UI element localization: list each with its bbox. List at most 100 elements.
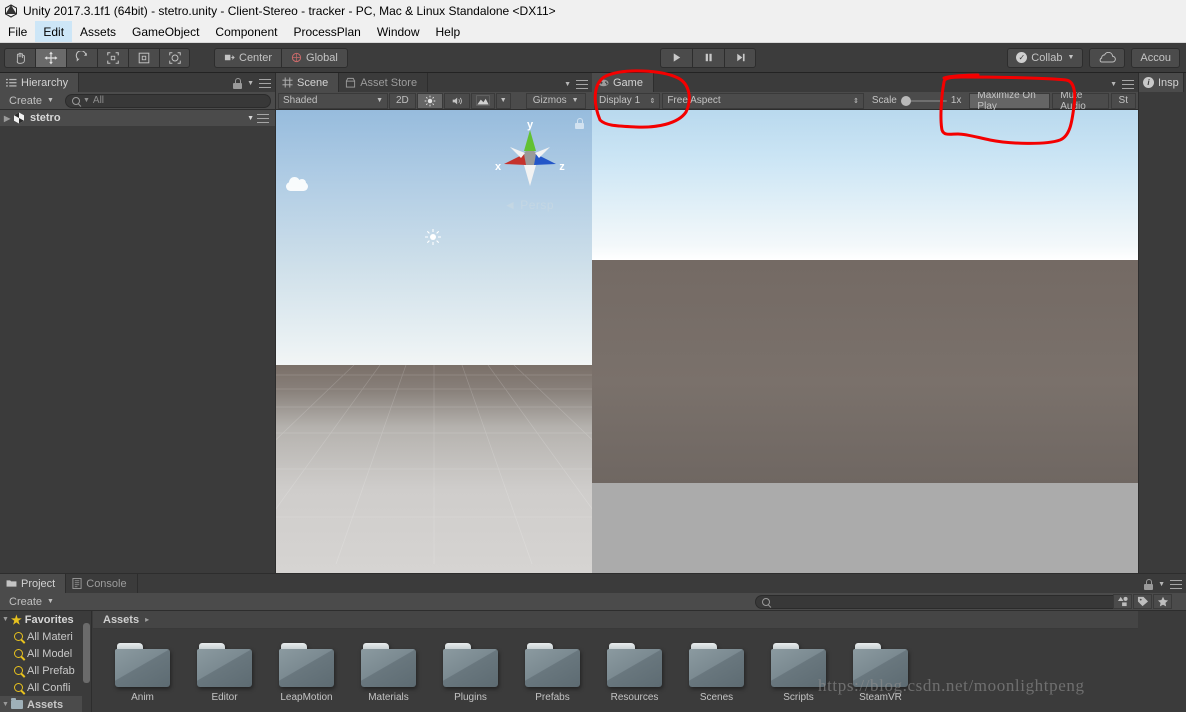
folder-item-editor[interactable]: Editor [197, 643, 252, 703]
magnifier-icon [14, 632, 23, 641]
scene-viewport[interactable]: ◄ Persp y x z [276, 110, 592, 573]
menu-item-edit[interactable]: Edit [35, 21, 73, 42]
project-tree[interactable]: ▼ ★ Favorites All Materi All Model All P… [0, 611, 92, 712]
folder-item-anim[interactable]: Anim [115, 643, 170, 703]
hierarchy-search-input[interactable]: ▼ All [64, 93, 271, 108]
hierarchy-create-button[interactable]: Create ▼ [4, 95, 59, 107]
space-mode-label: Global [306, 51, 338, 64]
scene-menu-icon[interactable] [257, 113, 269, 123]
menu-item-component[interactable]: Component [207, 21, 285, 42]
account-button[interactable]: Accou [1131, 47, 1180, 68]
panel-menu-icon[interactable] [1170, 580, 1182, 589]
chevron-down-icon: ▼ [376, 97, 383, 104]
filter-by-type-icon[interactable] [1113, 594, 1132, 609]
menu-item-assets[interactable]: Assets [72, 21, 124, 42]
tab-game[interactable]: Game [592, 73, 654, 92]
tab-console[interactable]: Console [66, 574, 138, 593]
chevron-down-icon[interactable]: ▼ [2, 616, 11, 623]
folder-item-leapmotion[interactable]: LeapMotion [279, 643, 334, 703]
lock-icon[interactable] [233, 78, 243, 89]
chevron-down-icon[interactable]: ▼ [2, 701, 11, 708]
scene-lighting-toggle[interactable] [416, 92, 443, 109]
scale-slider-track[interactable] [900, 95, 947, 106]
watermark: https://blog.csdn.net/moonlightpeng [818, 676, 1085, 695]
game-viewport[interactable] [592, 110, 1138, 573]
game-aspect-dropdown[interactable]: Free Aspect ⇕ [662, 92, 864, 109]
tree-item-all-conflicted[interactable]: All Confli [0, 679, 91, 696]
combined-transform-tool-button[interactable] [159, 47, 190, 68]
scene-orientation-gizmo[interactable]: y x z [490, 118, 570, 198]
tree-item-assets[interactable]: ▼ Assets [0, 696, 91, 712]
folder-item-materials[interactable]: Materials [361, 643, 416, 703]
menu-item-help[interactable]: Help [428, 21, 469, 42]
panel-menu-icon[interactable] [259, 79, 271, 88]
rotate-tool-button[interactable] [66, 47, 97, 68]
tree-item-favorites[interactable]: ▼ ★ Favorites [0, 611, 91, 628]
game-scale-slider[interactable]: Scale 1x [866, 95, 968, 106]
project-tree-scrollbar[interactable] [82, 611, 91, 712]
step-button[interactable] [724, 47, 756, 68]
mute-audio-button[interactable]: Mute Audio [1052, 90, 1109, 112]
menu-item-processplan[interactable]: ProcessPlan [285, 21, 368, 42]
play-button[interactable] [660, 47, 692, 68]
scene-lock-icon[interactable] [575, 118, 584, 129]
tree-item-all-materials[interactable]: All Materi [0, 628, 91, 645]
stats-button[interactable]: St [1110, 92, 1136, 109]
filter-by-label-icon[interactable] [1133, 594, 1152, 609]
lock-icon[interactable] [1144, 579, 1154, 590]
menu-item-file[interactable]: File [0, 21, 35, 42]
space-mode-button[interactable]: Global [281, 47, 348, 68]
svg-text:z: z [559, 161, 565, 173]
tab-console-label: Console [86, 577, 127, 590]
hierarchy-content-area[interactable] [0, 126, 275, 573]
scale-tool-button[interactable] [97, 47, 128, 68]
folder-item-scenes[interactable]: Scenes [689, 643, 744, 703]
project-content-browser[interactable]: Assets ▸ Anim Editor LeapMotion Material… [93, 611, 1138, 712]
chevron-down-icon: ▼ [564, 81, 571, 88]
transform-tools-group [4, 47, 190, 68]
scene-effects-dropdown[interactable]: ▼ [495, 92, 511, 109]
pivot-mode-button[interactable]: Center [214, 47, 282, 68]
scene-effects-toggle[interactable] [470, 92, 495, 109]
panel-menu-icon[interactable] [576, 80, 588, 89]
scene-gizmos-label: Gizmos [532, 95, 567, 106]
scene-gizmos-dropdown[interactable]: Gizmos ▼ [525, 92, 586, 109]
tree-item-all-prefabs[interactable]: All Prefab [0, 662, 91, 679]
pause-button[interactable] [692, 47, 724, 68]
game-aspect-label: Free Aspect [667, 95, 721, 106]
folder-item-prefabs[interactable]: Prefabs [525, 643, 580, 703]
breadcrumb-assets-label[interactable]: Assets [103, 614, 139, 626]
tab-hierarchy[interactable]: Hierarchy [0, 73, 80, 92]
chevron-right-icon[interactable]: ▶ [4, 114, 13, 123]
scale-slider-knob[interactable] [900, 95, 911, 106]
menu-item-gameobject[interactable]: GameObject [124, 21, 207, 42]
cloud-button[interactable] [1089, 47, 1126, 68]
filter-favorites-icon[interactable] [1153, 594, 1172, 609]
tab-project[interactable]: Project [0, 574, 67, 593]
project-search-input[interactable] [755, 594, 1126, 609]
folder-icon [443, 643, 498, 687]
folder-item-resources[interactable]: Resources [607, 643, 662, 703]
game-display-dropdown[interactable]: Display 1 ⇕ [594, 92, 661, 109]
menu-item-window[interactable]: Window [369, 21, 428, 42]
scene-2d-toggle[interactable]: 2D [389, 92, 416, 109]
hierarchy-scene-row[interactable]: ▶ stetro ▼ [0, 110, 275, 127]
project-create-button[interactable]: Create ▼ [4, 596, 59, 608]
collab-button[interactable]: ✓ Collab ▼ [1007, 47, 1084, 68]
tab-scene[interactable]: Scene [276, 73, 340, 92]
rect-transform-tool-button[interactable] [128, 47, 159, 68]
panel-menu-icon[interactable] [1122, 80, 1134, 89]
scene-draw-mode-dropdown[interactable]: Shaded ▼ [278, 92, 388, 109]
info-icon: i [1143, 77, 1154, 88]
move-tool-button[interactable] [35, 47, 66, 68]
scrollbar-thumb[interactable] [83, 623, 90, 683]
scene-audio-toggle[interactable] [443, 92, 470, 109]
tab-asset-store[interactable]: Asset Store [339, 73, 429, 92]
directional-light-gizmo-icon[interactable] [424, 228, 442, 246]
maximize-on-play-button[interactable]: Maximize On Play [969, 90, 1051, 112]
hand-tool-button[interactable] [4, 47, 35, 68]
folder-item-plugins[interactable]: Plugins [443, 643, 498, 703]
inspector-content-area[interactable] [1139, 92, 1186, 573]
tree-item-all-models[interactable]: All Model [0, 645, 91, 662]
tab-inspector[interactable]: i Insp [1139, 73, 1184, 92]
